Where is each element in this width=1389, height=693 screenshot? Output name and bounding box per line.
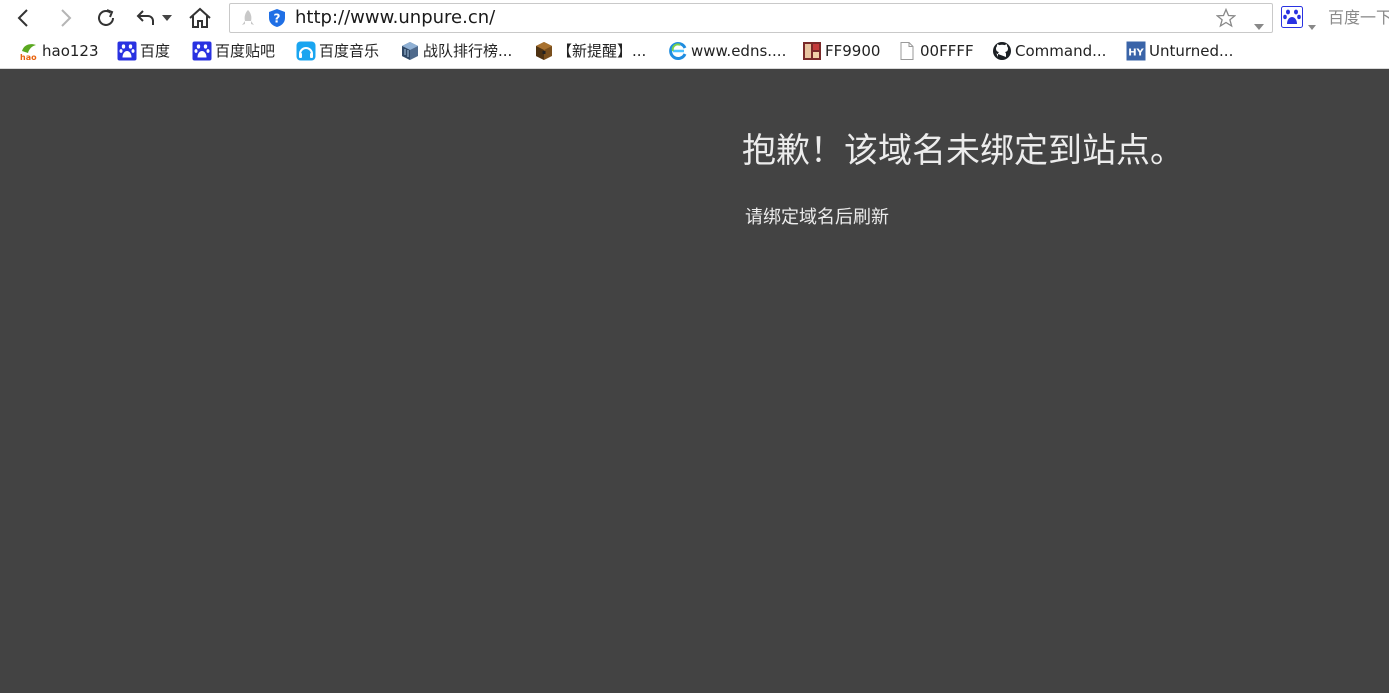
- baidu-paw-icon: [192, 41, 212, 61]
- minecraft-block-icon: [400, 41, 420, 61]
- bookmark-unturned[interactable]: HY Unturned...: [1126, 40, 1233, 62]
- svg-text:hao: hao: [20, 53, 37, 61]
- bookmark-label: 00FFFF: [920, 42, 974, 60]
- bookmark-team-ranking[interactable]: 战队排行榜...: [400, 40, 512, 62]
- bookmark-label: FF9900: [825, 42, 881, 60]
- bookmark-label: Unturned...: [1149, 42, 1234, 60]
- svg-text:?: ?: [274, 12, 281, 26]
- bookmark-label: 百度音乐: [319, 42, 380, 60]
- undo-dropdown-button[interactable]: [158, 4, 176, 32]
- caret-down-icon: [162, 15, 172, 21]
- undo-arrow-icon: [135, 7, 157, 29]
- forward-button[interactable]: [51, 4, 79, 32]
- hy-icon: HY: [1126, 41, 1146, 61]
- bookmark-label: 百度: [140, 42, 171, 60]
- page-subtitle: 请绑定域名后刷新: [745, 207, 889, 228]
- chevron-left-icon: [14, 8, 34, 28]
- bookmark-new-reminder[interactable]: 【新提醒】...: [534, 40, 646, 62]
- reload-icon: [95, 7, 117, 29]
- edge-e-icon: [668, 41, 688, 61]
- bookmark-edns[interactable]: www.edns....: [668, 40, 786, 62]
- security-shield-icon[interactable]: ?: [267, 8, 287, 28]
- bookmark-00ffff[interactable]: 00FFFF: [897, 40, 974, 62]
- baidu-paw-icon: [117, 41, 137, 61]
- bookmark-label: www.edns....: [691, 42, 787, 60]
- bookmarks-bar: hao hao123 百度 百度贴吧 百度音乐 战队排行榜... 【新提醒】..…: [0, 36, 1389, 68]
- rocket-icon[interactable]: [239, 9, 257, 27]
- address-bar[interactable]: ? http://www.unpure.cn/: [229, 3, 1273, 33]
- github-icon: [992, 41, 1012, 61]
- chevron-right-icon: [55, 8, 75, 28]
- hao123-icon: hao: [19, 41, 39, 61]
- history-dropdown-icon[interactable]: [1254, 15, 1264, 30]
- bookmark-hao123[interactable]: hao hao123: [19, 40, 99, 62]
- search-engine-caret-icon[interactable]: [1308, 15, 1316, 30]
- browser-toolbar: ? http://www.unpure.cn/ 百度一下: [0, 0, 1389, 36]
- bookmark-command[interactable]: Command...: [992, 40, 1106, 62]
- home-icon: [188, 7, 212, 29]
- browser-chrome: ? http://www.unpure.cn/ 百度一下 hao hao123: [0, 0, 1389, 69]
- page-title: 抱歉！该域名未绑定到站点。: [742, 131, 1184, 171]
- baidu-search-engine-icon[interactable]: [1281, 6, 1303, 28]
- music-icon: [296, 41, 316, 61]
- bookmark-label: 【新提醒】...: [557, 42, 647, 60]
- bookmark-baidu-music[interactable]: 百度音乐: [296, 40, 379, 62]
- bookmark-ff9900[interactable]: FF9900: [802, 40, 880, 62]
- reload-button[interactable]: [92, 4, 120, 32]
- bookmark-label: hao123: [42, 42, 99, 60]
- search-input[interactable]: 百度一下: [1320, 3, 1389, 33]
- url-text[interactable]: http://www.unpure.cn/: [295, 8, 495, 28]
- bookmark-label: 百度贴吧: [215, 42, 276, 60]
- blank-page-icon: [897, 41, 917, 61]
- back-button[interactable]: [10, 4, 38, 32]
- bookmark-star-icon[interactable]: [1215, 7, 1237, 28]
- page-content: 抱歉！该域名未绑定到站点。 请绑定域名后刷新: [0, 69, 1389, 693]
- ff9900-site-icon: [802, 41, 822, 61]
- home-button[interactable]: [186, 4, 214, 32]
- bookmark-label: Command...: [1015, 42, 1107, 60]
- svg-text:HY: HY: [1128, 48, 1144, 59]
- bookmark-label: 战队排行榜...: [423, 42, 513, 60]
- undo-close-tab-button[interactable]: [132, 4, 160, 32]
- minecraft-chest-icon: [534, 41, 554, 61]
- bookmark-baidu[interactable]: 百度: [117, 40, 170, 62]
- bookmark-baidu-tieba[interactable]: 百度贴吧: [192, 40, 275, 62]
- search-placeholder: 百度一下: [1328, 8, 1389, 27]
